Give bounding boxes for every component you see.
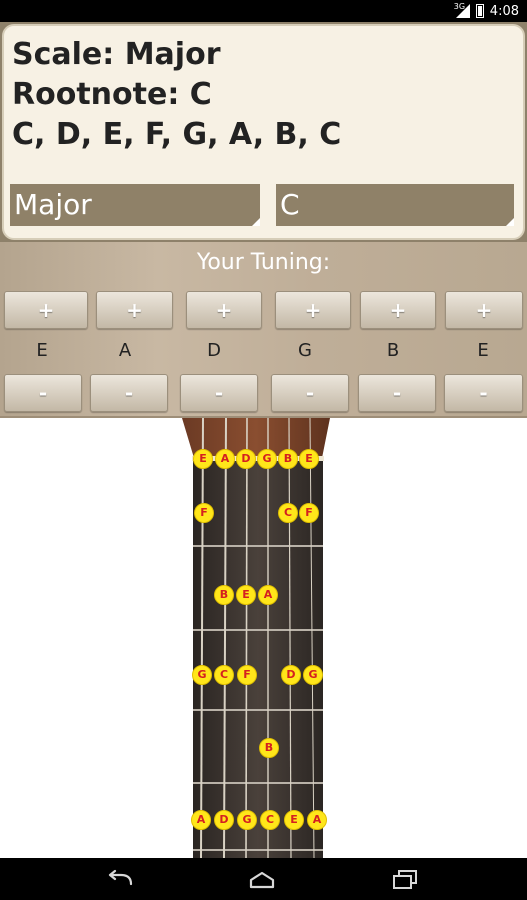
note-dot: F xyxy=(237,665,257,685)
note-dot: E xyxy=(236,585,256,605)
string-2-plus-button[interactable]: + xyxy=(96,291,173,329)
note-dot: B xyxy=(214,585,234,605)
note-dot: D xyxy=(236,449,256,469)
root-spinner[interactable]: C xyxy=(276,184,514,226)
string-2-minus-button[interactable]: - xyxy=(90,374,168,412)
string-4-minus-button[interactable]: - xyxy=(271,374,349,412)
note-dot: A xyxy=(307,810,327,830)
navigation-bar xyxy=(0,858,527,900)
string-5-minus-button[interactable]: - xyxy=(358,374,436,412)
note-dot: B xyxy=(278,449,298,469)
root-spinner-value: C xyxy=(280,188,300,221)
note-dot: G xyxy=(257,449,277,469)
note-dot: E xyxy=(299,449,319,469)
note-dot: D xyxy=(214,810,234,830)
string-3-plus-button[interactable]: + xyxy=(186,291,262,329)
note-dot: C xyxy=(260,810,280,830)
string-2-note: A xyxy=(118,340,132,361)
note-dot: G xyxy=(237,810,257,830)
clock: 4:08 xyxy=(489,3,519,19)
scale-spinner[interactable]: Major xyxy=(10,184,260,226)
recent-apps-icon[interactable] xyxy=(390,868,420,890)
string-4-plus-button[interactable]: + xyxy=(275,291,351,329)
scale-label: Scale: Major xyxy=(12,37,221,72)
note-dot: C xyxy=(278,503,298,523)
tuning-title: Your Tuning: xyxy=(196,250,331,275)
string-6-minus-button[interactable]: - xyxy=(444,374,523,412)
dropdown-arrow-icon xyxy=(506,218,514,226)
note-dot: E xyxy=(193,449,213,469)
string-6-note: E xyxy=(477,340,489,361)
guitar-neck xyxy=(182,418,330,858)
string-3-note: D xyxy=(207,340,221,361)
note-dot: B xyxy=(259,738,279,758)
info-card: Scale: Major Rootnote: C C, D, E, F, G, … xyxy=(2,24,525,240)
string-1-plus-button[interactable]: + xyxy=(4,291,88,329)
info-card-frame: Scale: Major Rootnote: C C, D, E, F, G, … xyxy=(0,22,527,242)
battery-icon xyxy=(475,4,484,18)
string-1-note: E xyxy=(36,340,48,361)
signal-icon: 3G xyxy=(453,2,470,18)
note-dot: A xyxy=(215,449,235,469)
scale-notes-label: C, D, E, F, G, A, B, C xyxy=(12,117,342,152)
app-root: 3G 4:08 Scale: Major Rootnote: C C, D, E… xyxy=(0,0,527,900)
status-icons: 3G 4:08 xyxy=(453,2,519,20)
note-dot: A xyxy=(258,585,278,605)
home-icon[interactable] xyxy=(247,868,277,890)
note-dot: D xyxy=(281,665,301,685)
note-dot: F xyxy=(194,503,214,523)
rootnote-label: Rootnote: C xyxy=(12,77,212,112)
string-5-note: B xyxy=(386,340,400,361)
string-4-note: G xyxy=(298,340,312,361)
string-5-plus-button[interactable]: + xyxy=(360,291,436,329)
note-dot: A xyxy=(191,810,211,830)
dropdown-arrow-icon xyxy=(252,218,260,226)
status-bar: 3G 4:08 xyxy=(0,0,527,22)
note-dot: F xyxy=(299,503,319,523)
note-dot: C xyxy=(214,665,234,685)
fretboard xyxy=(0,418,527,858)
note-dot: G xyxy=(192,665,212,685)
back-icon[interactable] xyxy=(105,868,135,890)
string-1-minus-button[interactable]: - xyxy=(4,374,82,412)
network-type-label: 3G xyxy=(453,2,466,11)
note-dot: G xyxy=(303,665,323,685)
scale-spinner-value: Major xyxy=(14,188,92,221)
string-3-minus-button[interactable]: - xyxy=(180,374,258,412)
string-6-plus-button[interactable]: + xyxy=(445,291,523,329)
note-dot: E xyxy=(284,810,304,830)
